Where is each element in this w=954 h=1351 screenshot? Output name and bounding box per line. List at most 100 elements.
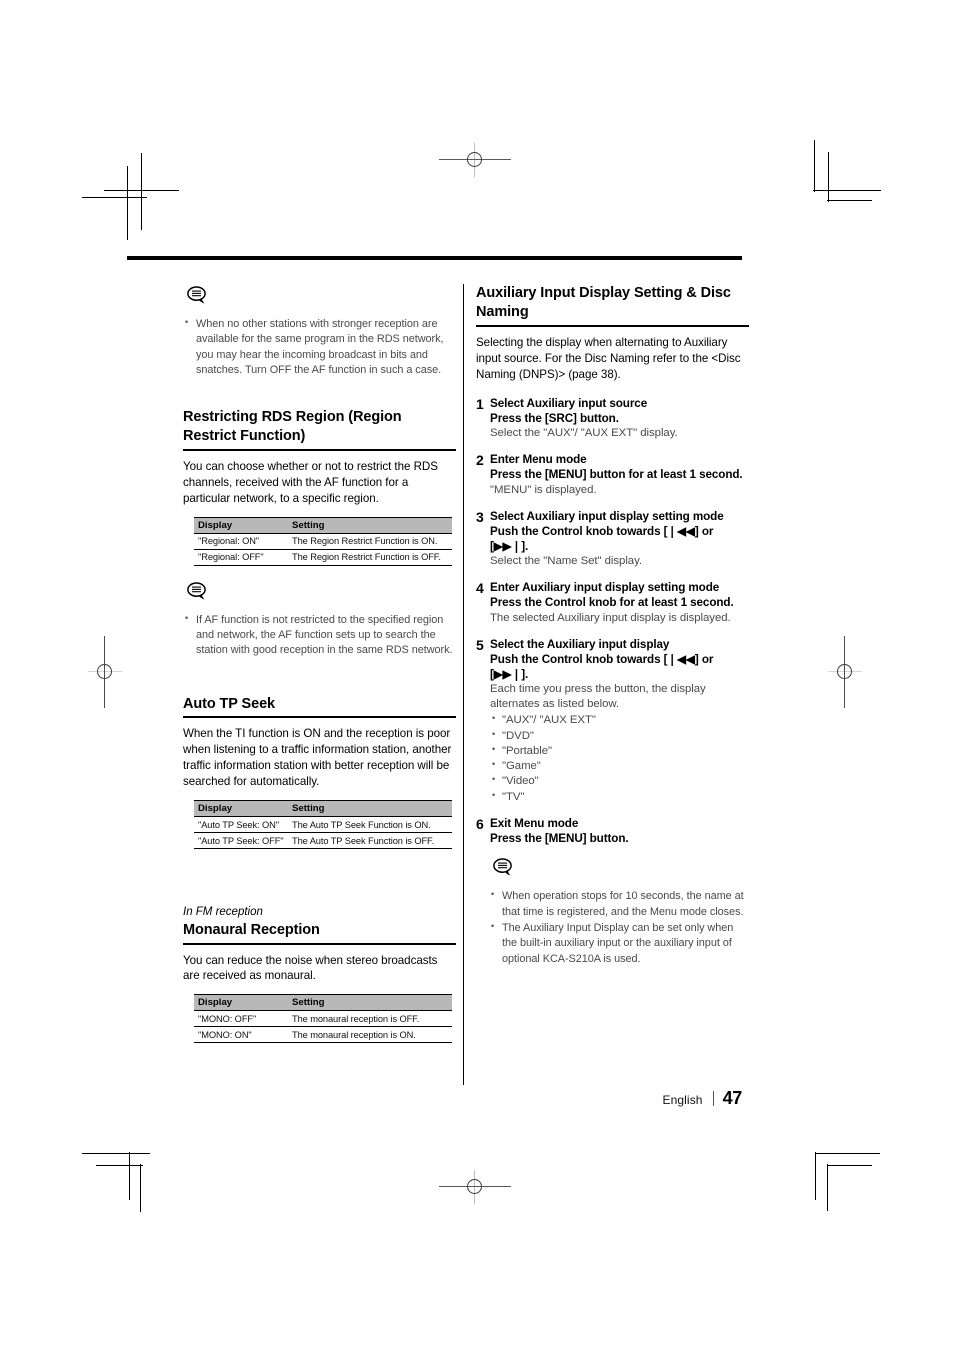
step-action: Push the Control knob towards [❘◀◀] or [… xyxy=(490,652,714,682)
step-title: Exit Menu mode xyxy=(490,817,579,831)
step-number: 5 xyxy=(476,636,484,653)
list-item: "AUX"/ "AUX EXT" xyxy=(490,712,749,728)
footer-language-label: English xyxy=(662,1093,703,1107)
section-restricting-rds-region: Restricting RDS Region (Region Restrict … xyxy=(183,408,456,658)
column-header-display: Display xyxy=(194,516,288,534)
cell-display: "Regional: ON" xyxy=(194,533,288,550)
step-title: Enter Menu mode xyxy=(490,453,587,467)
table-monaural-settings: Display Setting "MONO: OFF" The monaural… xyxy=(194,994,452,1044)
header-rule xyxy=(127,256,742,260)
table-row: "MONO: OFF" The monaural reception is OF… xyxy=(194,1010,452,1028)
cell-display: "MONO: ON" xyxy=(194,1026,288,1044)
step-number: 6 xyxy=(476,816,484,833)
step-title: Select Auxiliary input source xyxy=(490,396,648,410)
procedure-steps: 1 Select Auxiliary input source Press th… xyxy=(476,396,749,847)
cell-setting: The Region Restrict Function is OFF. xyxy=(288,549,452,566)
aux-display-options-list: "AUX"/ "AUX EXT" "DVD" "Portable" "Game"… xyxy=(490,712,749,805)
step-item: 6 Exit Menu mode Press the [MENU] button… xyxy=(476,816,749,846)
step-title: Select the Auxiliary input display xyxy=(490,637,670,651)
list-item: "Portable" xyxy=(490,743,749,759)
step-action: Press the [MENU] button for at least 1 s… xyxy=(490,468,743,482)
step-description: Select the "Name Set" display. xyxy=(490,555,642,568)
section-body: When the TI function is ON and the recep… xyxy=(183,727,452,789)
section-heading: Restricting RDS Region (Region Restrict … xyxy=(183,408,456,451)
column-header-display: Display xyxy=(194,800,288,818)
note-item: When no other stations with stronger rec… xyxy=(183,316,456,378)
step-action: Press the Control knob for at least 1 se… xyxy=(490,596,734,610)
table-row: "MONO: ON" The monaural reception is ON. xyxy=(194,1026,452,1044)
step-item: 5 Select the Auxiliary input display Pus… xyxy=(476,637,749,805)
note-list: When no other stations with stronger rec… xyxy=(183,316,456,378)
note-speech-bubble-icon xyxy=(491,856,749,885)
step-description: Each time you press the button, the disp… xyxy=(490,683,706,711)
step-description: Select the "AUX"/ "AUX EXT" display. xyxy=(490,427,678,440)
note-block-af-function: When no other stations with stronger rec… xyxy=(183,284,456,378)
note-item: If AF function is not restricted to the … xyxy=(183,612,456,659)
table-header-row: Display Setting xyxy=(194,800,452,818)
section-heading: Auto TP Seek xyxy=(183,695,456,719)
step-action: Press the [SRC] button. xyxy=(490,411,619,425)
step-number: 3 xyxy=(476,508,484,525)
cell-setting: The Auto TP Seek Function is OFF. xyxy=(288,832,452,850)
list-item: "Video" xyxy=(490,773,749,789)
cell-setting: The monaural reception is ON. xyxy=(288,1026,452,1044)
footer-separator xyxy=(712,1091,714,1106)
table-row: "Regional: ON" The Region Restrict Funct… xyxy=(194,533,452,550)
cell-setting: The Auto TP Seek Function is ON. xyxy=(288,816,452,834)
cell-display: "Auto TP Seek: ON" xyxy=(194,816,288,834)
step-item: 3 Select Auxiliary input display setting… xyxy=(476,509,749,570)
section-body: Selecting the display when alternating t… xyxy=(476,335,741,381)
cell-setting: The monaural reception is OFF. xyxy=(288,1010,452,1028)
list-item: "DVD" xyxy=(490,728,749,744)
section-body: You can reduce the noise when stereo bro… xyxy=(183,953,438,983)
step-item: 4 Enter Auxiliary input display setting … xyxy=(476,580,749,625)
column-header-setting: Setting xyxy=(288,800,452,818)
step-number: 2 xyxy=(476,452,484,469)
step-number: 1 xyxy=(476,395,484,412)
section-auto-tp-seek: Auto TP Seek When the TI function is ON … xyxy=(183,695,456,850)
list-item: "TV" xyxy=(490,789,749,805)
note-speech-bubble-icon xyxy=(185,284,456,313)
table-header-row: Display Setting xyxy=(194,516,452,534)
section-heading: Auxiliary Input Display Setting & Disc N… xyxy=(476,284,749,327)
cell-setting: The Region Restrict Function is ON. xyxy=(288,533,452,550)
left-column: When no other stations with stronger rec… xyxy=(183,284,456,1044)
step-item: 2 Enter Menu mode Press the [MENU] butto… xyxy=(476,452,749,497)
column-header-setting: Setting xyxy=(288,516,452,534)
section-body: You can choose whether or not to restric… xyxy=(183,459,438,505)
section-monaural-reception: In FM reception Monaural Reception You c… xyxy=(183,905,456,1044)
table-auto-tp-seek-settings: Display Setting "Auto TP Seek: ON" The A… xyxy=(194,800,452,850)
table-regional-settings: Display Setting "Regional: ON" The Regio… xyxy=(194,516,452,566)
table-row: "Auto TP Seek: OFF" The Auto TP Seek Fun… xyxy=(194,832,452,850)
manual-page: When no other stations with stronger rec… xyxy=(0,0,954,1351)
step-number: 4 xyxy=(476,580,484,597)
step-description: "MENU" is displayed. xyxy=(490,483,597,496)
right-column: Auxiliary Input Display Setting & Disc N… xyxy=(476,284,749,968)
note-item: The Auxiliary Input Display can be set o… xyxy=(489,920,749,967)
step-action: Push the Control knob towards [❘◀◀] or [… xyxy=(490,524,714,553)
note-speech-bubble-icon xyxy=(185,580,456,609)
page-number: 47 xyxy=(722,1088,743,1108)
step-description: The selected Auxiliary input display is … xyxy=(490,611,731,624)
cell-display: "Auto TP Seek: OFF" xyxy=(194,832,288,850)
step-action: Press the [MENU] button. xyxy=(490,832,629,846)
table-row: "Auto TP Seek: ON" The Auto TP Seek Func… xyxy=(194,816,452,834)
cell-display: "MONO: OFF" xyxy=(194,1010,288,1028)
page-footer: English 47 xyxy=(476,1088,743,1109)
note-list: When operation stops for 10 seconds, the… xyxy=(489,888,749,967)
step-title: Select Auxiliary input display setting m… xyxy=(490,509,724,523)
table-row: "Regional: OFF" The Region Restrict Func… xyxy=(194,549,452,566)
cell-display: "Regional: OFF" xyxy=(194,549,288,566)
note-list: If AF function is not restricted to the … xyxy=(183,612,456,659)
note-block-af-region: If AF function is not restricted to the … xyxy=(183,580,456,659)
note-item: When operation stops for 10 seconds, the… xyxy=(489,888,749,920)
note-block-aux-display: When operation stops for 10 seconds, the… xyxy=(489,856,749,966)
column-header-display: Display xyxy=(194,994,288,1012)
step-item: 1 Select Auxiliary input source Press th… xyxy=(476,396,749,441)
column-divider xyxy=(463,284,465,1085)
column-header-setting: Setting xyxy=(288,994,452,1012)
table-header-row: Display Setting xyxy=(194,994,452,1012)
step-title: Enter Auxiliary input display setting mo… xyxy=(490,581,720,595)
list-item: "Game" xyxy=(490,758,749,774)
section-kicker: In FM reception xyxy=(183,906,263,919)
